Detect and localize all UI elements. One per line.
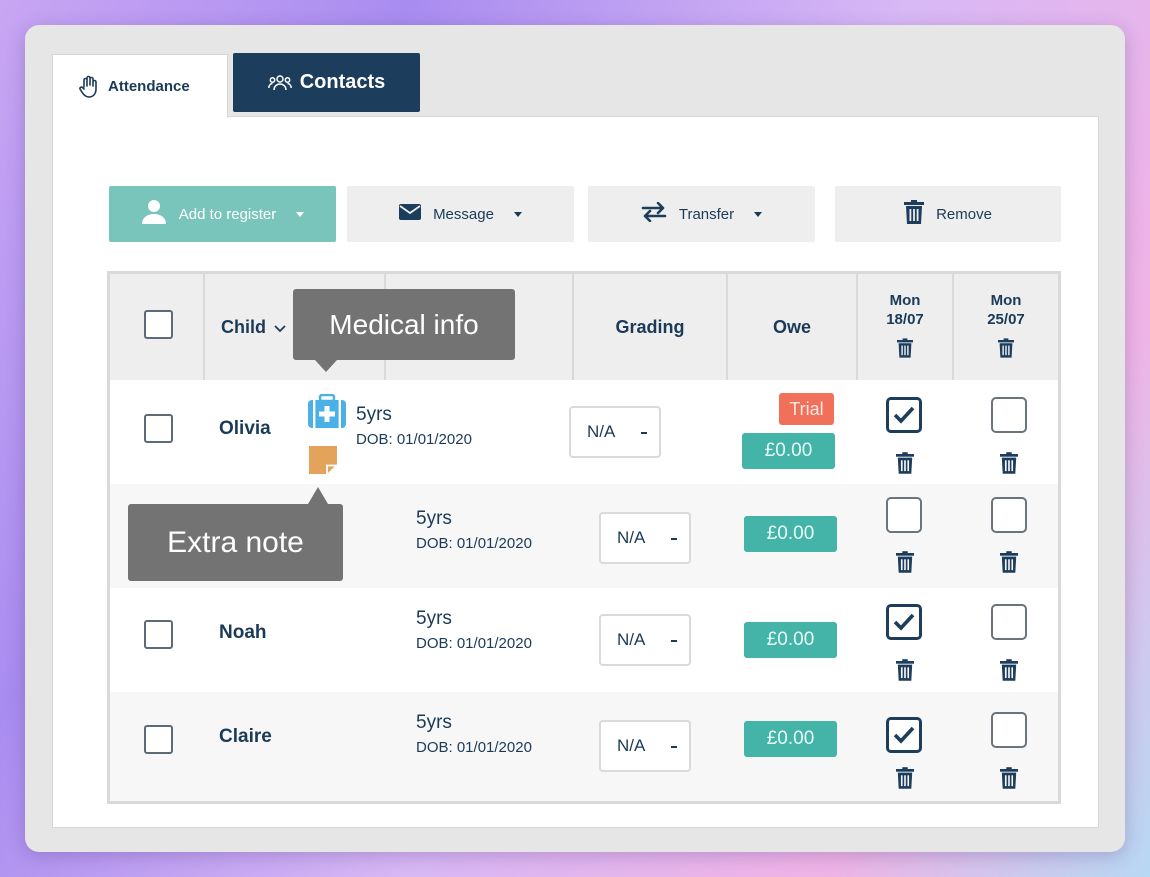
header-child-label: Child (221, 316, 266, 337)
trash-icon[interactable] (998, 338, 1014, 364)
child-age: 5yrs (416, 712, 452, 733)
tab-contacts[interactable]: Contacts (233, 53, 420, 112)
attendance-checkbox-date-1[interactable] (886, 397, 922, 433)
row-checkbox[interactable] (144, 725, 173, 754)
chevron-down-icon (513, 211, 522, 217)
chevron-down-icon (754, 211, 763, 217)
child-age: 5yrs (416, 608, 452, 629)
grading-value: N/A (587, 422, 616, 441)
owe-amount[interactable]: £0.00 (744, 721, 837, 757)
chevron-down-icon (671, 640, 677, 642)
message-button[interactable]: Message (347, 186, 574, 242)
attendance-checkbox-date-2[interactable] (991, 712, 1027, 748)
trial-badge: Trial (779, 393, 834, 425)
child-dob: DOB: 01/01/2020 (416, 535, 532, 552)
tab-attendance-label: Attendance (108, 78, 190, 95)
chevron-down-icon (671, 746, 677, 748)
header-owe-label: Owe (772, 316, 811, 337)
attendance-checkbox-date-1[interactable] (886, 497, 922, 533)
header-owe: Owe (728, 274, 858, 380)
grading-value: N/A (617, 736, 646, 755)
checkmark-icon (893, 613, 915, 631)
remove-button[interactable]: Remove (835, 186, 1061, 242)
header-date-2-date: 25/07 (987, 311, 1025, 329)
table-row: Noah 5yrs DOB: 01/01/2020 N/A £0.00 (110, 588, 1058, 692)
trash-icon[interactable] (1000, 767, 1018, 794)
child-name[interactable]: Claire (219, 726, 272, 748)
child-dob: DOB: 01/01/2020 (356, 431, 472, 448)
chevron-down-icon (274, 317, 286, 338)
remove-label: Remove (936, 205, 992, 223)
chevron-down-icon (296, 211, 305, 217)
checkmark-icon (893, 406, 915, 424)
sticky-note-icon[interactable] (309, 446, 337, 479)
envelope-icon (399, 204, 422, 224)
attendance-checkbox-date-1[interactable] (886, 604, 922, 640)
grading-select[interactable]: N/A (599, 512, 691, 564)
chevron-down-icon (641, 432, 647, 434)
header-date-2: Mon 25/07 (954, 274, 1058, 380)
add-to-register-label: Add to register (178, 205, 277, 223)
transfer-arrows-icon (641, 201, 667, 226)
grading-select[interactable]: N/A (599, 720, 691, 772)
header-select-cell (110, 274, 205, 380)
trash-icon[interactable] (896, 452, 914, 479)
trash-icon[interactable] (1000, 452, 1018, 479)
attendance-checkbox-date-2[interactable] (991, 497, 1027, 533)
header-date-1-day: Mon (889, 291, 921, 309)
medical-info-tooltip-text: Medical info (329, 308, 479, 340)
attendance-checkbox-date-1[interactable] (886, 717, 922, 753)
tab-contacts-label: Contacts (299, 71, 386, 93)
grading-select[interactable]: N/A (599, 614, 691, 666)
child-age: 5yrs (356, 404, 392, 425)
row-checkbox[interactable] (144, 620, 173, 649)
trash-icon[interactable] (1000, 551, 1018, 578)
table-header: Child Grading Owe Mon 18/07 Mon 25/07 (110, 274, 1058, 380)
people-icon (267, 74, 292, 92)
trash-icon[interactable] (896, 767, 914, 794)
medical-info-tooltip: Medical info (293, 289, 515, 372)
medical-kit-icon[interactable] (308, 393, 346, 433)
trash-icon (904, 200, 925, 228)
grading-value: N/A (617, 528, 646, 547)
checkmark-icon (893, 726, 915, 744)
grading-value: N/A (617, 630, 646, 649)
trash-icon[interactable] (897, 338, 913, 364)
header-grading-label: Grading (615, 316, 685, 337)
header-date-1: Mon 18/07 (858, 274, 954, 380)
grading-select[interactable]: N/A (569, 406, 661, 458)
child-dob: DOB: 01/01/2020 (416, 635, 532, 652)
message-label: Message (433, 205, 494, 223)
table-row: Claire 5yrs DOB: 01/01/2020 N/A £0.00 (110, 692, 1058, 801)
row-checkbox[interactable] (144, 414, 173, 443)
user-icon (141, 199, 167, 229)
owe-amount[interactable]: £0.00 (744, 622, 837, 658)
header-date-2-day: Mon (990, 291, 1022, 309)
owe-amount[interactable]: £0.00 (744, 516, 837, 552)
extra-note-tooltip: Extra note (128, 487, 343, 581)
child-dob: DOB: 01/01/2020 (416, 739, 532, 756)
header-date-1-date: 18/07 (886, 311, 924, 329)
tab-attendance[interactable]: Attendance (52, 54, 228, 118)
trash-icon[interactable] (896, 551, 914, 578)
app-window: Attendance Contacts Add to register Mess… (25, 25, 1125, 852)
add-to-register-button[interactable]: Add to register (109, 186, 336, 242)
trash-icon[interactable] (896, 659, 914, 686)
child-age: 5yrs (416, 508, 452, 529)
hand-icon (78, 75, 100, 99)
child-name[interactable]: Olivia (219, 418, 271, 440)
header-grading: Grading (574, 274, 728, 380)
trash-icon[interactable] (1000, 659, 1018, 686)
child-name[interactable]: Noah (219, 622, 267, 644)
transfer-button[interactable]: Transfer (588, 186, 815, 242)
select-all-checkbox[interactable] (144, 310, 173, 339)
extra-note-tooltip-text: Extra note (167, 525, 304, 559)
attendance-checkbox-date-2[interactable] (991, 604, 1027, 640)
attendance-checkbox-date-2[interactable] (991, 397, 1027, 433)
chevron-down-icon (671, 538, 677, 540)
table-row: Olivia 5yrs DOB: 01/01/2020 N/A Trial £0… (110, 380, 1058, 484)
transfer-label: Transfer (678, 205, 735, 223)
owe-amount[interactable]: £0.00 (742, 433, 835, 469)
